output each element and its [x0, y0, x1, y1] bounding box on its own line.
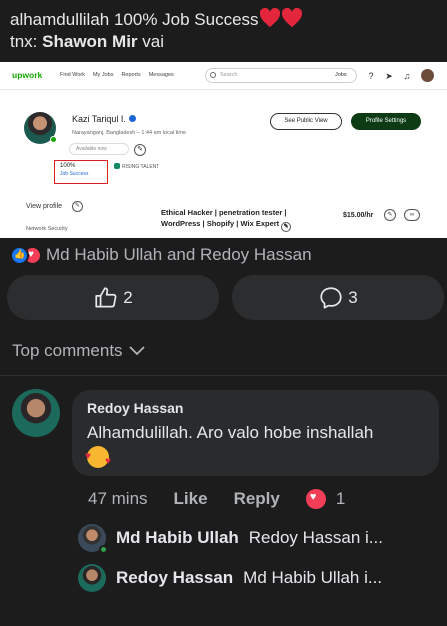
reply-author: Md Habib Ullah [116, 528, 239, 547]
job-success-label: Job Success [60, 171, 89, 177]
edit-icon: ✎ [72, 201, 83, 212]
comment-reaction-count: 1 [335, 489, 346, 508]
post-image[interactable]: upwork Find Work My Jobs Reports Message… [0, 62, 447, 238]
post-line-1: alhamdullilah 100% Job Success [10, 8, 303, 31]
edit-icon: ✎ [134, 144, 146, 156]
comment-bubble[interactable]: Redoy Hassan Alhamdulillah. Aro valo hob… [72, 390, 439, 476]
send-icon: ➤ [385, 71, 393, 81]
top-comments-label: Top comments [12, 341, 123, 360]
nav-messages: Messages [148, 72, 174, 78]
comment-like-button[interactable]: Like [174, 489, 208, 509]
online-indicator [99, 545, 108, 552]
online-indicator [50, 136, 57, 143]
nav-find-work: Find Work [60, 72, 85, 78]
comment-time: 47 mins [88, 489, 148, 508]
view-profile-link: View profile [26, 203, 63, 210]
upwork-avatar [421, 69, 434, 82]
link-icon: ∞ [404, 209, 420, 221]
comment-button[interactable]: 3 [232, 275, 444, 320]
top-comments-dropdown[interactable]: Top comments [12, 341, 145, 361]
hourly-rate: $15.00/hr [343, 212, 374, 219]
divider [0, 375, 447, 376]
comment-reactions[interactable]: 1 [305, 489, 346, 509]
post-line-2: tnx: Shawon Mir vai [10, 31, 303, 53]
comment-author[interactable]: Redoy Hassan [87, 400, 424, 416]
heart-icon [259, 8, 280, 28]
bell-icon: ♫ [403, 71, 411, 81]
profile-location: Narayanganj, Bangladesh – 1:44 am local … [72, 130, 187, 136]
upwork-logo: upwork [12, 70, 43, 80]
edit-icon: ✎ [384, 209, 396, 221]
reactions-summary[interactable]: Md Habib Ullah and Redoy Hassan [10, 245, 312, 265]
like-button[interactable]: 2 [7, 275, 219, 320]
profile-name: Kazi Tariqul I. [72, 114, 136, 124]
avatar [78, 564, 106, 592]
badge-icon [114, 163, 120, 169]
avatar[interactable] [12, 389, 60, 437]
network-security-label: Network Security [26, 226, 68, 232]
like-count: 2 [123, 287, 133, 307]
badge-text: RISING TALENT [122, 164, 160, 170]
rising-talent-badge: RISING TALENT [114, 163, 159, 170]
profile-title: Ethical Hacker | penetration tester | Wo… [161, 207, 321, 232]
love-reaction-icon [305, 489, 326, 509]
profile-name-text: Kazi Tariqul I. [72, 114, 126, 124]
post-line-1-text: alhamdullilah 100% Job Success [10, 10, 259, 29]
post-mention[interactable]: Shawon Mir [42, 32, 137, 51]
edit-icon: ✎ [281, 222, 292, 232]
reaction-names: Md Habib Ullah and Redoy Hassan [46, 245, 312, 264]
reply-author: Redoy Hassan [116, 568, 234, 587]
search-scope: Jobs [335, 72, 347, 78]
chevron-down-icon [128, 346, 145, 356]
job-success-pct: 100% [60, 163, 76, 169]
post-thanks-prefix: tnx: [10, 32, 38, 51]
thumbs-up-icon [95, 286, 117, 308]
upwork-nav-links: Find Work My Jobs Reports Messages [60, 72, 174, 78]
comment-count: 3 [348, 287, 358, 307]
reply-preview[interactable]: Redoy Hassan Md Habib Ullah i... [78, 564, 438, 592]
verified-icon [128, 115, 136, 122]
profile-settings-button: Profile Settings [351, 113, 421, 130]
reply-preview[interactable]: Md Habib Ullah Redoy Hassan i... [78, 524, 438, 552]
comment-text: Alhamdulillah. Aro valo hobe inshallah [87, 423, 374, 442]
search-placeholder: Search [220, 72, 238, 78]
comment-reply-button[interactable]: Reply [234, 489, 280, 509]
see-public-view-button: See Public View [270, 113, 342, 130]
nav-my-jobs: My Jobs [92, 72, 114, 78]
nav-reports: Reports [121, 72, 141, 78]
availability-badge: Available now [69, 143, 129, 155]
profile-title-text: Ethical Hacker | penetration tester | Wo… [161, 208, 287, 228]
avatar [78, 524, 108, 552]
reply-text: Md Habib Ullah i... [243, 568, 383, 587]
comment-meta: 47 mins Like Reply 1 [88, 489, 345, 509]
help-icon: ? [368, 71, 374, 81]
post-thanks-suffix: vai [142, 32, 165, 51]
search-icon [210, 72, 216, 78]
comment-icon [320, 286, 342, 309]
upwork-profile-card: Kazi Tariqul I. Narayanganj, Bangladesh … [14, 100, 439, 234]
job-success-box: 100% Job Success [54, 160, 108, 184]
like-reaction-icon [10, 245, 29, 265]
smiling-face-with-hearts-icon [85, 446, 111, 468]
post-text: alhamdullilah 100% Job Success tnx: Shaw… [10, 8, 303, 53]
reply-text: Redoy Hassan i... [248, 528, 383, 547]
upwork-navbar: upwork Find Work My Jobs Reports Message… [0, 62, 447, 90]
heart-icon [281, 8, 302, 28]
